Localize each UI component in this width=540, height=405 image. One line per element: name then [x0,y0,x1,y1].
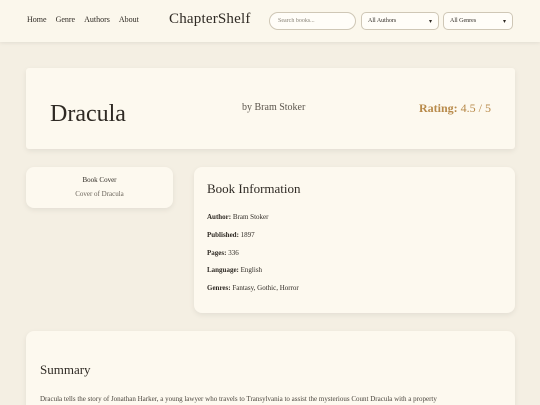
nav-genre-link[interactable]: Genre [56,15,76,24]
summary-text: Dracula tells the story of Jonathan Hark… [40,395,437,403]
site-logo[interactable]: ChapterShelf [169,11,251,28]
nav-home-link[interactable]: Home [27,15,47,24]
info-value: 1897 [240,231,255,239]
chevron-down-icon: ▾ [502,18,506,25]
info-value: English [240,266,263,274]
rating-value: 4.5 / 5 [460,101,491,115]
info-value: Bram Stoker [232,213,269,221]
book-information-card: Book Information Author: Bram Stoker Pub… [194,167,515,313]
main-nav: Home Genre Authors About [27,15,139,24]
info-value: Fantasy, Gothic, Horror [232,284,299,292]
nav-authors-link[interactable]: Authors [84,15,110,24]
book-cover-image-alt: Cover of Dracula [75,190,124,198]
authors-filter-value: All Authors [368,18,397,24]
search-input[interactable] [269,12,356,30]
info-row-author: Author: Bram Stoker [207,213,268,221]
rating-label: Rating: [418,101,458,115]
info-row-language: Language: English [207,266,262,274]
book-title-card: Dracula by Bram Stoker Rating: 4.5 / 5 [26,68,515,149]
info-label: Published: [207,231,239,239]
book-rating: Rating: 4.5 / 5 [419,101,491,116]
info-value: 336 [228,249,239,257]
summary-heading: Summary [40,362,91,377]
info-label: Author: [207,213,232,221]
info-row-published: Published: 1897 [207,231,255,239]
info-label: Genres: [207,284,231,292]
info-label: Language: [207,266,239,274]
genres-filter-value: All Genres [450,18,477,24]
book-byline: by Bram Stoker [242,102,306,113]
genres-filter-select[interactable]: All Genres ▾ [443,12,513,30]
authors-filter-select[interactable]: All Authors ▾ [361,12,439,30]
summary-card: Summary Dracula tells the story of Jonat… [26,331,515,405]
book-information-heading: Book Information [207,181,301,196]
book-title: Dracula [50,101,126,127]
book-cover-card: Book Cover Cover of Dracula [26,167,173,208]
chevron-down-icon: ▾ [428,18,432,25]
info-row-genres: Genres: Fantasy, Gothic, Horror [207,284,299,292]
info-row-pages: Pages: 336 [207,249,239,257]
info-label: Pages: [207,249,227,257]
site-header: Home Genre Authors About ChapterShelf Al… [0,0,540,42]
nav-about-link[interactable]: About [119,15,139,24]
book-cover-label: Book Cover [82,176,117,184]
